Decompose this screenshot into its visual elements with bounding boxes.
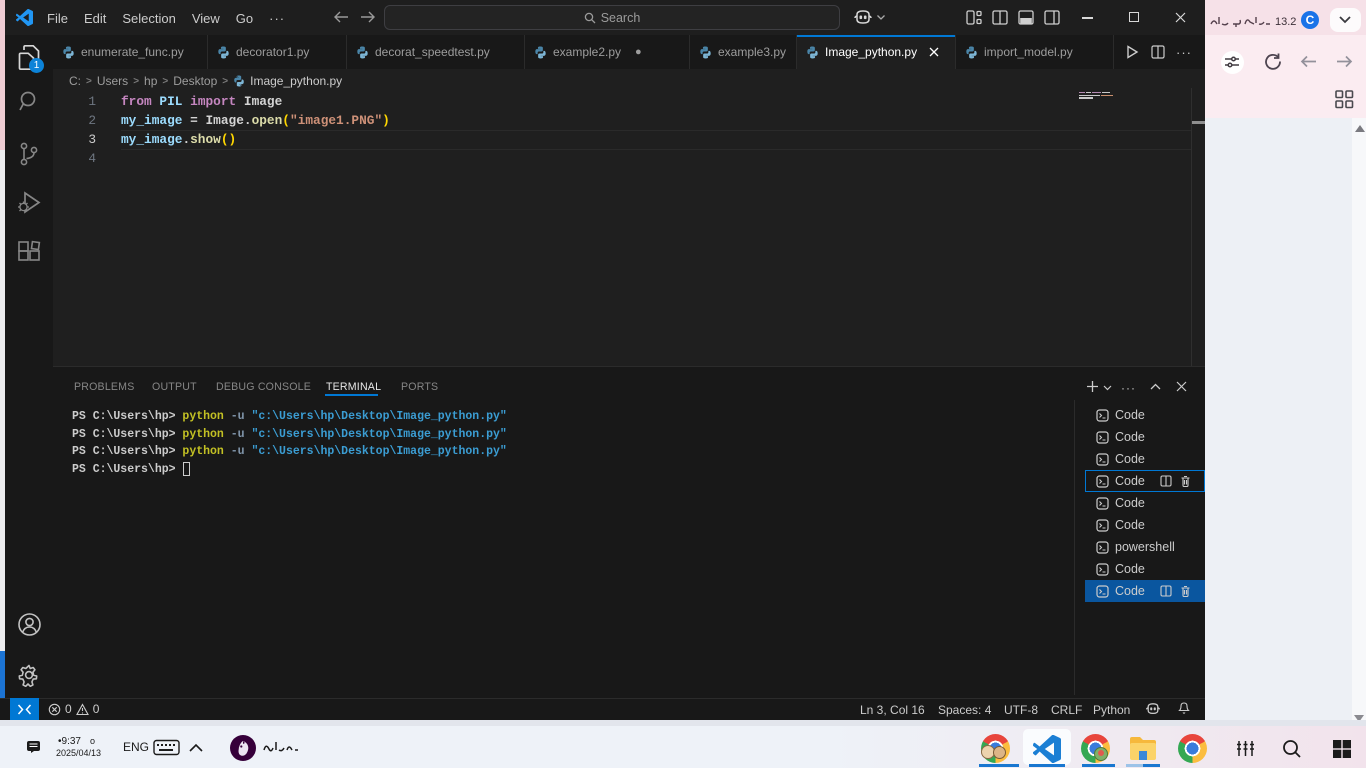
svg-text:13.2: 13.2 — [1275, 16, 1296, 28]
svg-text:2025/04/13: 2025/04/13 — [56, 748, 101, 758]
svg-text:•9:37: •9:37 — [58, 736, 81, 747]
svg-text:o: o — [90, 736, 95, 746]
